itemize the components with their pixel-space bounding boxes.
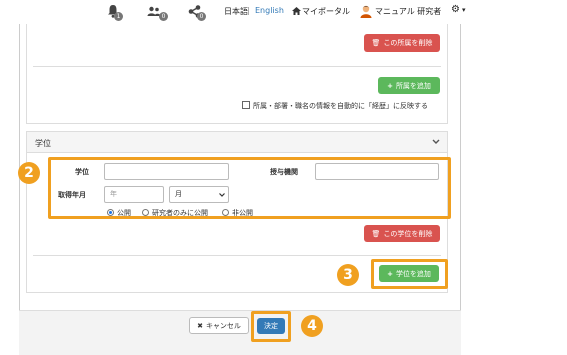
delete-degree-button[interactable]: 🗑 この学位を削除 [364, 225, 440, 242]
close-icon: ✖ [197, 321, 203, 330]
users-count-badge: 0 [159, 12, 168, 21]
delete-degree-label: この学位を削除 [383, 229, 433, 238]
step-4-marker: 4 [301, 315, 323, 337]
divider [33, 66, 441, 67]
myportal-label: マイポータル [302, 7, 350, 16]
plus-icon: + [387, 81, 393, 90]
delete-affiliation-label: この所属を削除 [383, 39, 433, 47]
lang-en-link[interactable]: English [255, 6, 284, 15]
myportal-link[interactable]: マイポータル [292, 4, 352, 20]
trash-icon: 🗑 [371, 229, 381, 238]
cancel-label: キャンセル [205, 321, 241, 330]
gear-icon: ⚙ [451, 4, 460, 15]
notification-button[interactable]: 1 [107, 4, 127, 22]
settings-menu[interactable]: ⚙ ▾ [451, 4, 471, 20]
add-affiliation-label: 所属を追加 [395, 81, 431, 90]
add-affiliation-button[interactable]: + 所属を追加 [378, 77, 440, 94]
lang-separator: | [247, 6, 250, 15]
reflect-history-checkbox[interactable] [242, 101, 250, 109]
trash-icon: 🗑 [371, 39, 381, 47]
cancel-button[interactable]: ✖ キャンセル [189, 317, 249, 334]
chevron-down-icon [432, 139, 440, 144]
home-icon [292, 7, 301, 15]
reflect-history-label: 所属・部署・職名の情報を自動的に「経歴」に反映する [253, 102, 428, 110]
add-degree-highlight [371, 259, 448, 289]
users-button[interactable]: 0 [147, 4, 173, 22]
lang-ja-link[interactable]: 日本語 [224, 6, 248, 17]
divider [33, 255, 441, 256]
notification-count-badge: 1 [114, 12, 123, 21]
submit-highlight [251, 311, 291, 342]
degree-section-title: 学位 [35, 139, 51, 148]
degree-section-header[interactable]: 学位 [26, 131, 448, 153]
share-count-badge: 0 [197, 12, 206, 21]
degree-form-highlight [48, 157, 451, 219]
user-name: マニュアル 研究者 [375, 7, 442, 16]
user-menu[interactable]: マニュアル 研究者 [360, 3, 442, 21]
avatar-icon [360, 5, 372, 18]
delete-affiliation-button[interactable]: 🗑 この所属を削除 [364, 34, 440, 52]
top-navbar: 1 0 0 日本語 | English マイポータル マニュアル 研究者 ⚙ ▾ [0, 0, 567, 24]
caret-down-icon: ▾ [462, 6, 466, 14]
share-button[interactable]: 0 [188, 4, 210, 22]
step-2-marker: 2 [18, 162, 40, 184]
step-3-marker: 3 [337, 264, 359, 286]
